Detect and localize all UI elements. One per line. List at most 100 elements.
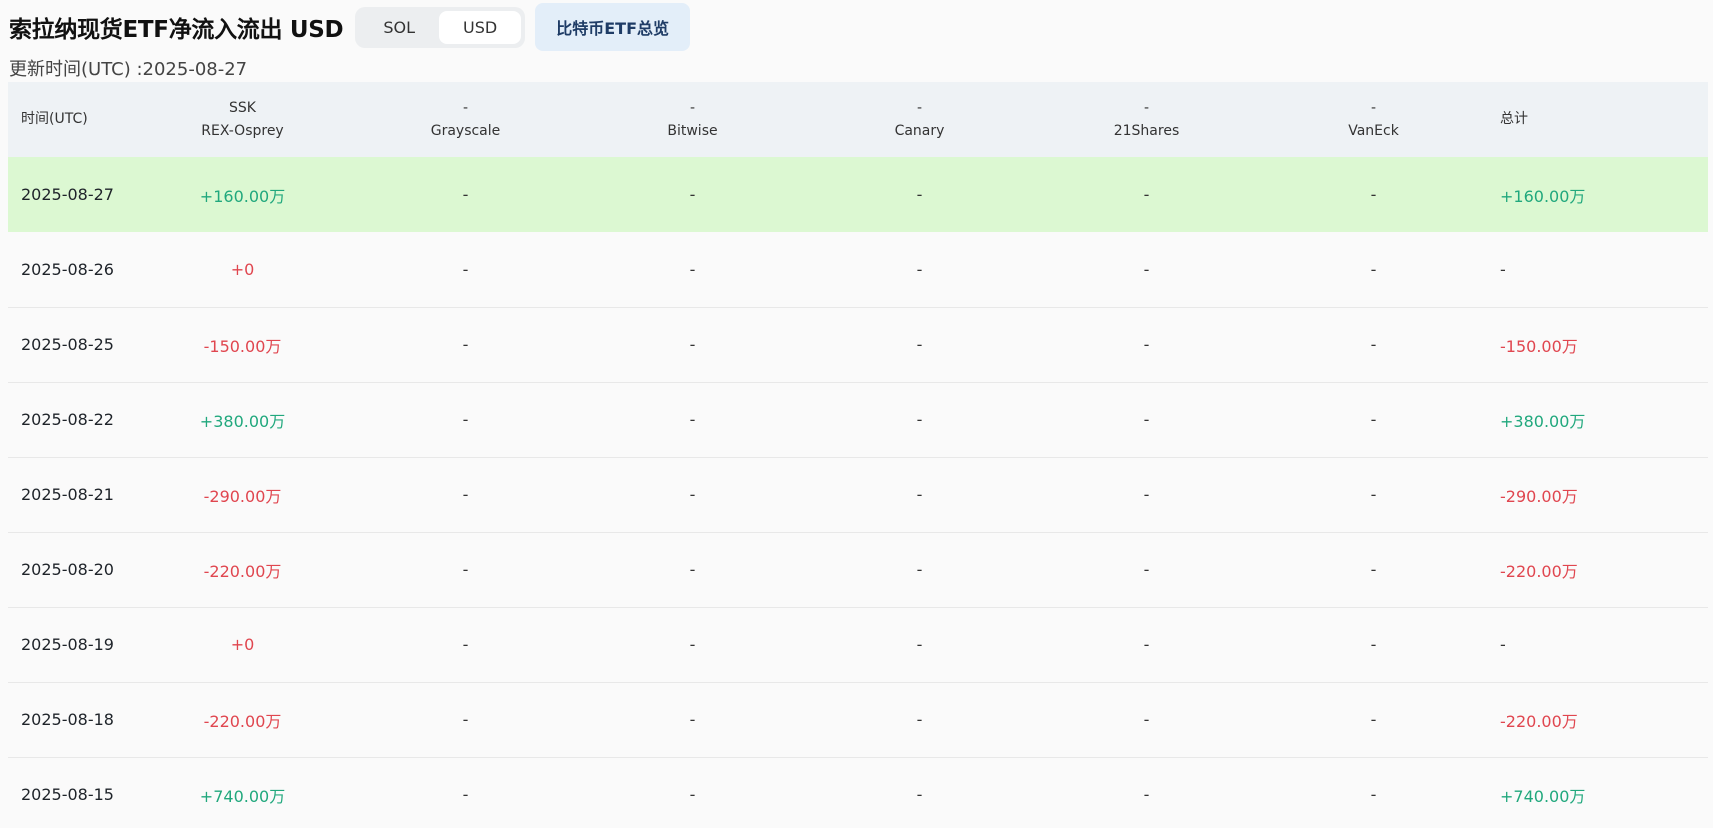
- cell-grayscale: -: [462, 485, 469, 504]
- cell-date: 2025-08-26: [21, 259, 114, 279]
- cell-bitwise: -: [689, 635, 696, 654]
- cell-vaneck: -: [1370, 259, 1377, 279]
- cell-21shares: -: [1143, 710, 1150, 729]
- cell-grayscale: -: [462, 185, 469, 204]
- cell-21shares: -: [1143, 259, 1150, 279]
- cell-bitwise: -: [689, 485, 696, 504]
- cell-bitwise: -: [689, 560, 696, 579]
- header-ticker: -: [916, 99, 923, 116]
- header-issuer: Bitwise: [667, 122, 718, 139]
- cell-date: 2025-08-15: [21, 785, 114, 804]
- cell-date: 2025-08-27: [21, 185, 114, 204]
- cell-rex-osprey: -220.00万: [203, 561, 282, 581]
- etf-flow-table: 时间(UTC) SSK REX-Osprey - Grayscale - Bit…: [8, 82, 1708, 828]
- cell-canary: -: [916, 710, 923, 729]
- cell-rex-osprey: -150.00万: [203, 336, 282, 356]
- header-rex-osprey: SSK REX-Osprey: [133, 82, 352, 157]
- cell-vaneck: -: [1370, 485, 1377, 504]
- cell-canary: -: [916, 185, 923, 204]
- header-issuer: REX-Osprey: [201, 122, 284, 139]
- cell-grayscale: -: [462, 635, 469, 654]
- cell-rex-osprey: -290.00万: [203, 486, 282, 506]
- cell-21shares: -: [1143, 335, 1150, 354]
- cell-grayscale: -: [462, 785, 469, 804]
- cell-date: 2025-08-20: [21, 560, 114, 579]
- cell-total: -150.00万: [1500, 336, 1578, 356]
- cell-total: +740.00万: [1500, 786, 1586, 806]
- cell-total: -: [1500, 635, 1506, 654]
- cell-rex-osprey: +0: [230, 259, 255, 279]
- cell-21shares: -: [1143, 635, 1150, 654]
- cell-date: 2025-08-25: [21, 335, 114, 354]
- cell-21shares: -: [1143, 185, 1150, 204]
- cell-grayscale: -: [462, 710, 469, 729]
- cell-21shares: -: [1143, 485, 1150, 504]
- cell-21shares: -: [1143, 410, 1150, 429]
- header-total: 总计: [1487, 82, 1708, 157]
- table-row: 2025-08-15 +740.00万 - - - - - +740.00万: [8, 757, 1708, 828]
- header-ticker: -: [462, 99, 469, 116]
- cell-rex-osprey: +740.00万: [199, 786, 286, 806]
- cell-grayscale: -: [462, 410, 469, 429]
- header-total-label: 总计: [1500, 111, 1528, 127]
- toggle-sol-button[interactable]: SOL: [359, 11, 439, 44]
- header: 索拉纳现货ETF净流入流出 USD SOL USD 比特币ETF总览: [9, 3, 690, 51]
- cell-vaneck: -: [1370, 185, 1377, 204]
- header-vaneck: - VanEck: [1260, 82, 1487, 157]
- cell-grayscale: -: [462, 560, 469, 579]
- cell-vaneck: -: [1370, 785, 1377, 804]
- cell-rex-osprey: -220.00万: [203, 711, 282, 731]
- header-issuer: Canary: [894, 122, 945, 139]
- cell-date: 2025-08-21: [21, 485, 114, 504]
- cell-vaneck: -: [1370, 635, 1377, 654]
- header-ticker: -: [689, 99, 696, 116]
- cell-bitwise: -: [689, 259, 696, 279]
- header-ticker: -: [1143, 99, 1150, 116]
- cell-total: -220.00万: [1500, 711, 1578, 731]
- cell-grayscale: -: [462, 335, 469, 354]
- table-row: 2025-08-21 -290.00万 - - - - - -290.00万: [8, 457, 1708, 532]
- cell-21shares: -: [1143, 560, 1150, 579]
- update-time: 更新时间(UTC) :2025-08-27: [9, 59, 248, 80]
- header-issuer: VanEck: [1348, 122, 1399, 139]
- table-row: 2025-08-18 -220.00万 - - - - - -220.00万: [8, 682, 1708, 757]
- cell-canary: -: [916, 635, 923, 654]
- cell-grayscale: -: [462, 259, 469, 279]
- cell-date: 2025-08-22: [21, 410, 114, 429]
- header-date-label: 时间(UTC): [21, 111, 88, 127]
- cell-canary: -: [916, 785, 923, 804]
- cell-vaneck: -: [1370, 335, 1377, 354]
- cell-bitwise: -: [689, 410, 696, 429]
- cell-total: +160.00万: [1500, 186, 1586, 206]
- cell-canary: -: [916, 560, 923, 579]
- table-row: 2025-08-25 -150.00万 - - - - - -150.00万: [8, 307, 1708, 382]
- cell-rex-osprey: +380.00万: [199, 411, 286, 431]
- cell-bitwise: -: [689, 335, 696, 354]
- header-21shares: - 21Shares: [1033, 82, 1260, 157]
- bitcoin-etf-overview-button[interactable]: 比特币ETF总览: [535, 3, 690, 51]
- cell-vaneck: -: [1370, 710, 1377, 729]
- cell-vaneck: -: [1370, 560, 1377, 579]
- cell-21shares: -: [1143, 785, 1150, 804]
- header-canary: - Canary: [806, 82, 1033, 157]
- header-bitwise: - Bitwise: [579, 82, 806, 157]
- header-ticker: -: [1370, 99, 1377, 116]
- table-header-row: 时间(UTC) SSK REX-Osprey - Grayscale - Bit…: [8, 82, 1708, 157]
- header-issuer: 21Shares: [1113, 122, 1180, 139]
- cell-total: -: [1500, 259, 1506, 279]
- etf-flow-page: 索拉纳现货ETF净流入流出 USD SOL USD 比特币ETF总览 更新时间(…: [0, 0, 1713, 828]
- currency-toggle: SOL USD: [355, 6, 526, 48]
- table-body: 2025-08-27 +160.00万 - - - - - +160.00万 2…: [8, 157, 1708, 828]
- cell-bitwise: -: [689, 185, 696, 204]
- table-row: 2025-08-22 +380.00万 - - - - - +380.00万: [8, 382, 1708, 457]
- table-row: 2025-08-19 +0 - - - - - -: [8, 607, 1708, 682]
- cell-rex-osprey: +160.00万: [199, 186, 286, 206]
- cell-rex-osprey: +0: [230, 635, 255, 654]
- header-date: 时间(UTC): [8, 82, 133, 157]
- header-issuer: Grayscale: [430, 122, 501, 139]
- toggle-usd-button[interactable]: USD: [439, 10, 522, 44]
- cell-total: -290.00万: [1500, 486, 1578, 506]
- header-grayscale: - Grayscale: [352, 82, 579, 157]
- cell-bitwise: -: [689, 710, 696, 729]
- cell-canary: -: [916, 485, 923, 504]
